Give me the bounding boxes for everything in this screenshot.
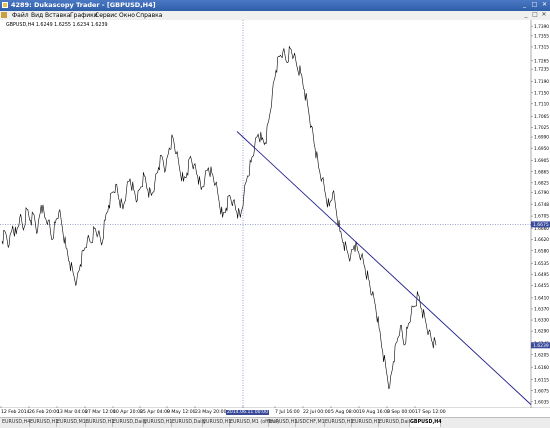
time-label: 23 May 20:00 [195, 410, 227, 415]
price-tick-label: 1.6535 [534, 261, 549, 267]
time-label: 27 Mar 12:00 [85, 410, 116, 415]
price-tick-label: 1.7110 [534, 101, 549, 107]
current-price-label: 1.6239 [533, 343, 549, 349]
menu-tools[interactable]: Сервис [95, 12, 117, 19]
close-button[interactable]: ✕ [540, 1, 549, 9]
time-label: 26 Feb 20:00 [29, 410, 60, 415]
price-tick-label: 1.6790 [534, 190, 549, 196]
menu-charts[interactable]: Графики [70, 12, 98, 19]
price-tick-label: 1.6410 [534, 295, 549, 301]
price-tick-label: 1.6205 [534, 352, 549, 358]
time-label: 17 Sep 12:00 [415, 410, 446, 415]
price-tick-label: 1.7355 [534, 33, 549, 39]
chart-tab[interactable]: EURUSD,H1 [86, 419, 114, 427]
time-label: 3 Sep 00:00 [387, 410, 415, 415]
price-tick-label: 1.6825 [534, 180, 549, 186]
price-tick-label: 1.7265 [534, 58, 549, 64]
time-label: 9 May 12:00 [167, 410, 196, 415]
time-label: 19 Aug 16:00 [359, 410, 390, 415]
price-tick-label: 1.6705 [534, 214, 549, 220]
price-tick-label: 1.6115 [534, 377, 549, 383]
price-tick-label: 1.6620 [534, 237, 549, 243]
price-tick-label: 1.6290 [534, 329, 549, 335]
maximize-button[interactable]: □ [530, 1, 539, 9]
price-tick-label: 1.6495 [534, 272, 549, 278]
time-label: 22 Jul 00:00 [303, 410, 331, 415]
window-title: 4289: Dukascopy Trader - [GBPUSD,H4] [11, 1, 156, 9]
price-tick-label: 1.6905 [534, 158, 549, 164]
child-close-button[interactable]: ✕ [540, 11, 548, 19]
price-tick-label: 1.6370 [534, 307, 549, 313]
price-tick-label: 1.6990 [534, 135, 549, 141]
price-tick-label: 1.6160 [534, 365, 549, 371]
chart-tab[interactable]: EURUSD,H1 [325, 419, 353, 427]
menu-window[interactable]: Окно [119, 12, 135, 19]
crosshair-time-label: 2014.06.11 00:00 [226, 410, 270, 415]
price-chart[interactable]: GBPUSD,H4 1.6249 1.6255 1.6234 1.6239 1.… [0, 20, 550, 408]
chart-tab[interactable]: EURUSD,Daily [172, 419, 206, 427]
price-tick-label: 1.7025 [534, 125, 549, 131]
price-tick-label: 1.6865 [534, 169, 549, 175]
chart-tab[interactable]: EURUSD,H1 [352, 419, 380, 427]
price-tick-label: 1.6950 [534, 146, 549, 152]
child-minimize-button[interactable]: _ [522, 11, 530, 19]
chart-window-icon [1, 12, 7, 18]
chart-tab[interactable]: EURUSD,M1 (offline) [230, 419, 279, 427]
price-tick-label: 1.7315 [534, 45, 549, 51]
price-tick-label: 1.7235 [534, 67, 549, 73]
chart-tab[interactable]: USDCHF,M1 [296, 419, 325, 427]
price-tick-label: 1.6035 [534, 399, 549, 405]
minimize-button[interactable]: _ [520, 1, 529, 9]
chart-tab[interactable]: EURUSD,M15 [57, 419, 89, 427]
time-label: 5 Aug 08:00 [331, 410, 360, 415]
chart-tab[interactable]: EURUSD,H1 [144, 419, 172, 427]
time-label: 10 Apr 20:00 [113, 410, 143, 415]
time-label: 13 Mar 04:00 [57, 410, 88, 415]
price-tick-label: 1.6748 [534, 202, 549, 208]
time-label: 7 Jul 16:00 [275, 410, 300, 415]
crosshair-price-label: 1.6675 [533, 222, 549, 228]
price-tick-label: 1.6580 [534, 248, 549, 254]
menu-file[interactable]: Файл [12, 12, 29, 19]
menu-view[interactable]: Вид [31, 12, 43, 19]
chart-tab[interactable]: EURUSD,Daily [113, 419, 147, 427]
chart-tab[interactable]: EURUSD,H1 [203, 419, 231, 427]
chart-tab-active[interactable]: GBPUSD,H4 [410, 419, 442, 427]
chart-tab[interactable]: EURUSD,H1 [30, 419, 58, 427]
time-label: 25 Apr 04:00 [140, 410, 170, 415]
price-tick-label: 1.6455 [534, 283, 549, 289]
child-restore-button[interactable]: □ [531, 11, 539, 19]
chart-tabs: EURUSD,H4 EURUSD,H1 EURUSD,M15 EURUSD,H1… [0, 417, 550, 428]
time-label: 12 Feb 2014 [1, 410, 30, 415]
chart-tab[interactable]: EURUSD,H4 [2, 419, 30, 427]
chart-tab[interactable]: EURUSD,Daily [379, 419, 413, 427]
price-tick-label: 1.7390 [534, 24, 549, 30]
chart-tab[interactable]: EURUSD,H1 [269, 419, 297, 427]
price-tick-label: 1.6075 [534, 388, 549, 394]
app-icon [2, 2, 8, 8]
menu-help[interactable]: Справка [136, 12, 162, 19]
menu-insert[interactable]: Вставка [45, 12, 70, 19]
title-bar: 4289: Dukascopy Trader - [GBPUSD,H4] _ □… [0, 0, 550, 11]
price-tick-label: 1.7150 [534, 90, 549, 96]
price-tick-label: 1.6330 [534, 318, 549, 324]
price-tick-label: 1.7190 [534, 79, 549, 85]
price-tick-label: 1.7065 [534, 114, 549, 120]
symbol-ohlc-label: GBPUSD,H4 1.6249 1.6255 1.6234 1.6239 [6, 22, 108, 28]
